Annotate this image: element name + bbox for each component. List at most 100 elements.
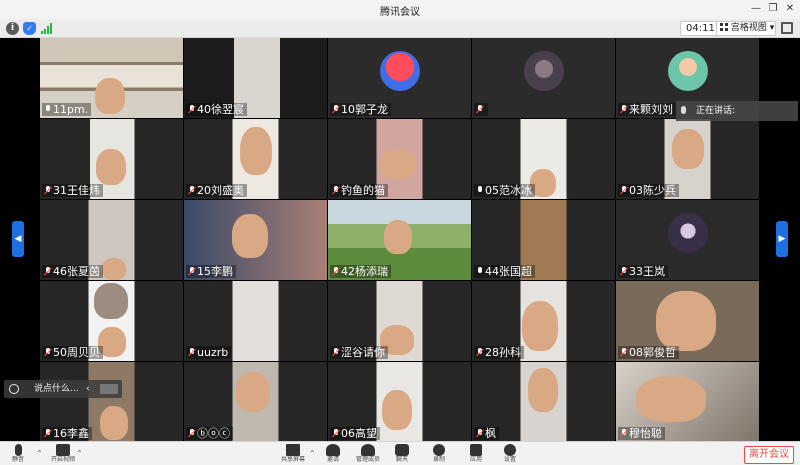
record-button[interactable]: 录制 <box>424 444 454 465</box>
shield-icon[interactable]: ✓ <box>23 22 36 35</box>
participant-name: 31王佳炜 <box>53 184 100 197</box>
members-icon <box>361 444 375 456</box>
mic-muted-icon <box>44 429 52 438</box>
video-gallery: 11pm. 40徐翌宸 10郭子龙 来颗刘刘 31王佳炜 20刘盛奥 钓鱼的猫 … <box>40 38 760 442</box>
gallery-view-label: 宫格视图 <box>730 23 767 33</box>
minimize-icon[interactable]: — <box>750 3 762 15</box>
video-tile[interactable]: 20刘盛奥 <box>184 119 327 199</box>
participant-video <box>380 149 416 179</box>
video-tile[interactable]: 50周贝贝 <box>40 281 183 361</box>
participant-name: 来颗刘刘 <box>629 103 673 116</box>
video-tile[interactable]: 05范冰冰 <box>472 119 615 199</box>
participant-name: 42杨添瑞 <box>341 265 388 278</box>
participant-name: 33王岚 <box>629 265 665 278</box>
chat-button[interactable]: 聊天 <box>387 444 417 465</box>
collapse-chat-icon[interactable]: ‹ <box>86 380 90 398</box>
participant-name: 03陈少兵 <box>629 184 676 197</box>
video-tile[interactable]: 46张夏茵 <box>40 200 183 280</box>
video-tile[interactable]: 33王岚 <box>616 200 759 280</box>
mute-button[interactable]: 静音 <box>3 444 33 465</box>
video-tile[interactable]: 穆怡聪 <box>616 362 759 442</box>
mic-muted-icon <box>332 267 340 276</box>
network-signal-icon[interactable] <box>41 23 53 34</box>
mic-muted-icon <box>188 186 196 195</box>
invite-user-icon <box>326 444 340 456</box>
info-icon[interactable]: i <box>6 22 19 35</box>
video-tile[interactable]: 06高望 <box>328 362 471 442</box>
mic-muted-icon <box>44 267 52 276</box>
participant-name: 05范冰冰 <box>485 184 532 197</box>
gallery-view-button[interactable]: 宫格视图 ▾ <box>716 21 776 36</box>
chevron-left-icon: ◀ <box>14 234 22 244</box>
participant-name: 钓鱼的猫 <box>341 184 385 197</box>
video-tile[interactable]: uuzrb <box>184 281 327 361</box>
start-video-button[interactable]: 开启视频 <box>48 444 78 465</box>
participant-video <box>96 149 126 185</box>
participant-video <box>636 376 706 422</box>
chat-input[interactable]: 说点什么... <box>34 380 79 398</box>
participant-video <box>656 291 716 351</box>
window-title: 腾讯会议 <box>380 7 420 18</box>
participant-name: 15李鹏 <box>197 265 233 278</box>
mic-muted-icon <box>44 348 52 357</box>
participant-name: 50周贝贝 <box>53 346 100 359</box>
microphone-icon <box>14 444 22 456</box>
chevron-up-icon[interactable]: ⌃ <box>76 449 83 458</box>
participant-video <box>528 368 558 412</box>
apps-button[interactable]: 应用 <box>461 444 491 465</box>
mic-icon <box>476 186 484 195</box>
chevron-up-icon[interactable]: ⌃ <box>309 449 316 458</box>
invite-button[interactable]: 邀请 <box>318 444 348 465</box>
video-tile[interactable]: ⓑⓞⓒ <box>184 362 327 442</box>
participant-name: 枫 <box>485 427 496 440</box>
video-tile[interactable]: 钓鱼的猫 <box>328 119 471 199</box>
video-tile[interactable]: 枫 <box>472 362 615 442</box>
chat-input-bar[interactable]: 说点什么... ‹ <box>4 380 122 398</box>
participant-name: 44张国超 <box>485 265 532 278</box>
emoji-icon[interactable] <box>9 384 19 394</box>
video-tile[interactable]: 28孙科 <box>472 281 615 361</box>
meeting-timer: 04:11 <box>680 21 721 36</box>
chat-icon <box>395 444 409 456</box>
manage-members-button[interactable]: 管理成员 <box>353 444 383 465</box>
participant-video <box>236 372 270 412</box>
chevron-right-icon: ▶ <box>778 234 786 244</box>
participant-video <box>95 78 125 114</box>
participant-video <box>522 301 558 351</box>
mic-muted-icon <box>620 186 628 195</box>
participant-name: 11pm. <box>53 103 89 116</box>
video-tile[interactable]: 42杨添瑞 <box>328 200 471 280</box>
video-tile[interactable]: 16李鑫 <box>40 362 183 442</box>
video-tile[interactable]: 03陈少兵 <box>616 119 759 199</box>
next-page-button[interactable]: ▶ <box>776 221 788 257</box>
participant-name: ⓑⓞⓒ <box>197 427 230 440</box>
video-tile[interactable]: 31王佳炜 <box>40 119 183 199</box>
close-icon[interactable]: ✕ <box>784 3 796 15</box>
avatar <box>524 51 564 91</box>
participant-video <box>94 283 128 319</box>
fullscreen-icon[interactable] <box>781 22 793 34</box>
video-tile[interactable]: 08郭俊哲 <box>616 281 759 361</box>
settings-button[interactable]: 设置 <box>495 444 525 465</box>
participant-video <box>382 390 412 430</box>
participant-video <box>240 127 272 175</box>
previous-page-button[interactable]: ◀ <box>12 221 24 257</box>
mic-muted-icon <box>188 267 196 276</box>
mic-muted-icon <box>44 186 52 195</box>
video-tile[interactable]: 44张国超 <box>472 200 615 280</box>
video-tile[interactable]: 11pm. <box>40 38 183 118</box>
video-tile[interactable]: 10郭子龙 <box>328 38 471 118</box>
video-tile[interactable]: 涩谷请你 <box>328 281 471 361</box>
mic-muted-icon <box>188 348 196 357</box>
chevron-up-icon[interactable]: ⌃ <box>36 449 43 458</box>
participant-name: 08郭俊哲 <box>629 346 676 359</box>
participant-video <box>672 129 704 169</box>
restore-icon[interactable]: ❐ <box>767 3 779 15</box>
video-tile[interactable] <box>472 38 615 118</box>
video-tile[interactable]: 15李鹏 <box>184 200 327 280</box>
share-screen-button[interactable]: 共享屏幕 <box>278 444 308 465</box>
grid-icon <box>720 23 728 31</box>
leave-meeting-button[interactable]: 离开会议 <box>744 446 794 464</box>
video-tile[interactable]: 40徐翌宸 <box>184 38 327 118</box>
mic-muted-icon <box>476 105 484 114</box>
